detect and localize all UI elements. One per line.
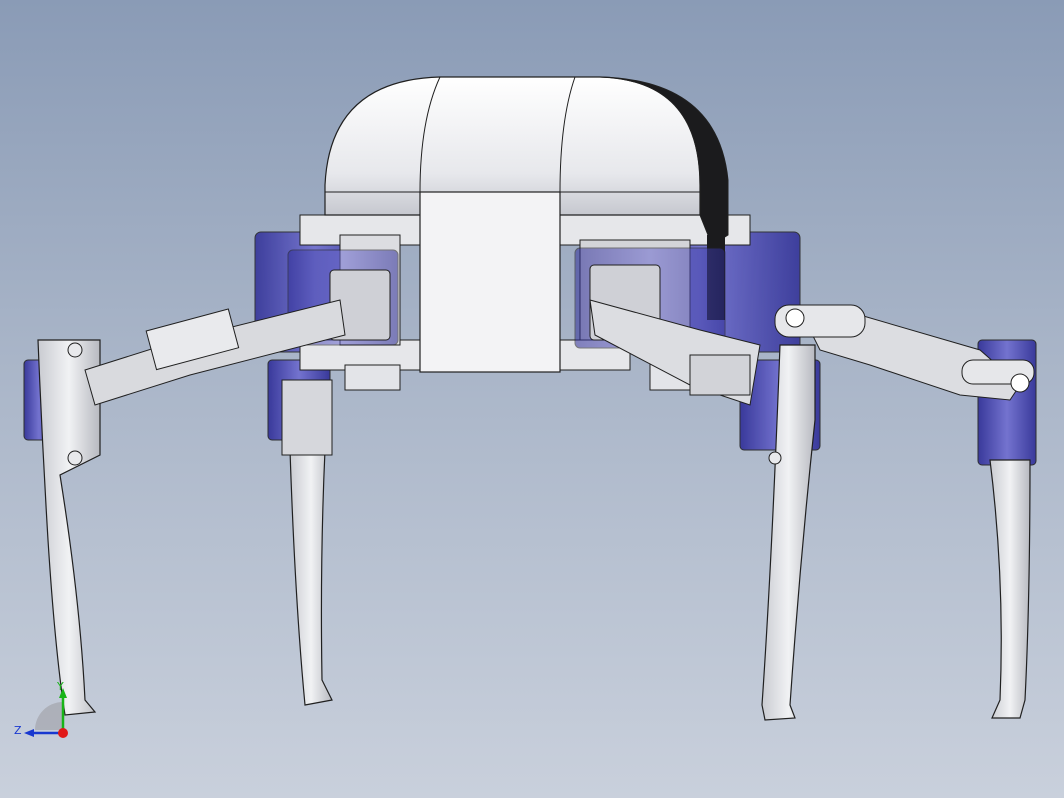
triad-plane-shade [35, 702, 63, 730]
z-axis-label: Z [14, 724, 22, 737]
hexapod-robot-model[interactable] [0, 0, 1064, 798]
leg-left-inner [281, 379, 333, 706]
z-axis-arrow [24, 729, 34, 737]
coordinate-triad: Y Z [14, 680, 68, 738]
cad-graphics-viewport[interactable]: Y Z [0, 0, 1064, 798]
y-axis-label: Y [56, 680, 64, 693]
x-axis-point [58, 728, 68, 738]
